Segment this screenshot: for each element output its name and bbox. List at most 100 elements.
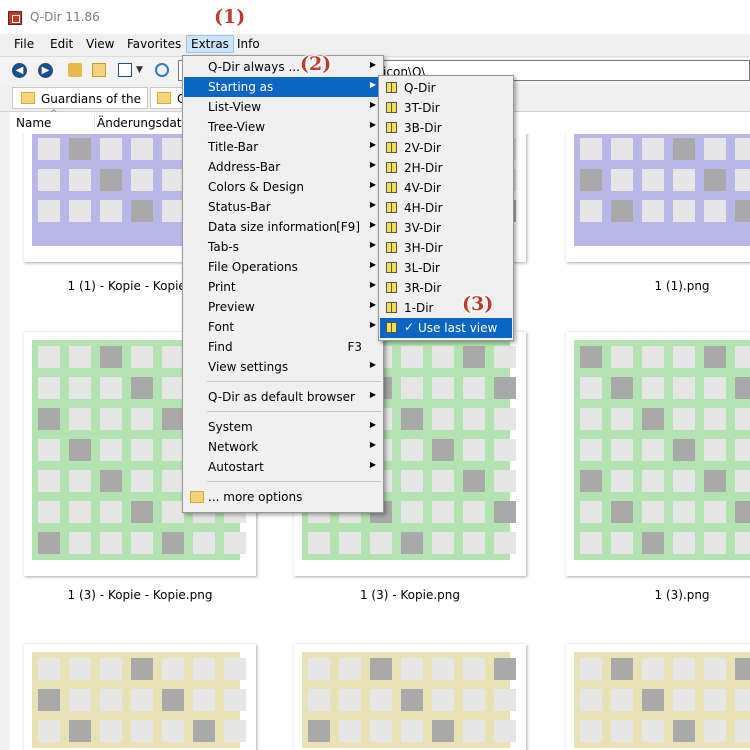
grid-cell: [131, 501, 153, 523]
thumbnail-card[interactable]: [294, 644, 526, 750]
grid-cell: [339, 532, 361, 554]
grid-cell: [432, 720, 454, 742]
extras-item-7[interactable]: Status-Bar ▶: [184, 197, 382, 217]
extras-item-10[interactable]: File Operations ▶: [184, 257, 382, 277]
menu-info[interactable]: Info: [237, 37, 260, 51]
extras-item-6[interactable]: Colors & Design ▶: [184, 177, 382, 197]
view-mode-icon[interactable]: [118, 63, 132, 77]
menu-view[interactable]: View: [86, 37, 114, 51]
thumbnail-image: [32, 652, 246, 748]
thumbnail-card[interactable]: [566, 644, 750, 750]
menu-item-label: Data size information: [208, 220, 337, 234]
grid-cell: [642, 532, 664, 554]
submenu-arrow-icon: ▶: [369, 180, 376, 189]
grid-cell: [704, 689, 726, 711]
starting-as-item-0[interactable]: Q-Dir: [380, 78, 512, 98]
refresh-icon[interactable]: [155, 63, 169, 77]
submenu-arrow-icon: ▶: [369, 100, 376, 109]
grid-cell: [69, 689, 91, 711]
grid-cell: [224, 689, 246, 711]
extras-item-19[interactable]: System ▶: [184, 417, 382, 437]
grid-cell: [673, 138, 695, 160]
extras-item-23[interactable]: ... more options: [184, 487, 382, 507]
menu-edit[interactable]: Edit: [50, 37, 73, 51]
grid-cell: [463, 532, 485, 554]
checkmark-icon: ✓: [404, 320, 415, 334]
chevron-down-icon[interactable]: ▼: [136, 63, 150, 77]
extras-item-11[interactable]: Print ▶: [184, 277, 382, 297]
extras-item-12[interactable]: Preview ▶: [184, 297, 382, 317]
thumbnail-card[interactable]: [566, 134, 750, 262]
grid-cell: [463, 470, 485, 492]
extras-item-2[interactable]: List-View ▶: [184, 97, 382, 117]
grid-cell: [735, 532, 750, 554]
layout-icon: [386, 222, 397, 233]
starting-as-item-7[interactable]: 3V-Dir: [380, 218, 512, 238]
starting-as-item-9[interactable]: 3L-Dir: [380, 258, 512, 278]
extras-item-20[interactable]: Network ▶: [184, 437, 382, 457]
menu-item-shortcut: F3: [347, 340, 362, 354]
starting-as-item-1[interactable]: 3T-Dir: [380, 98, 512, 118]
submenu-arrow-icon: ▶: [369, 220, 376, 229]
menu-extras[interactable]: Extras: [186, 35, 234, 53]
extras-item-0[interactable]: Q-Dir always ... ▶: [184, 57, 382, 77]
extras-item-21[interactable]: Autostart ▶: [184, 457, 382, 477]
menu-item-label: Network: [208, 440, 259, 454]
grid-cell: [69, 408, 91, 430]
starting-as-item-6[interactable]: 4H-Dir: [380, 198, 512, 218]
layout-icon: [386, 142, 397, 153]
column-name[interactable]: Name: [16, 116, 51, 130]
extras-item-1[interactable]: Starting as ▶: [184, 77, 382, 97]
grid-cell: [580, 138, 602, 160]
forward-icon[interactable]: ▶: [38, 63, 53, 78]
extras-item-5[interactable]: Address-Bar ▶: [184, 157, 382, 177]
menu-file[interactable]: File: [14, 37, 34, 51]
thumbnail-image: [574, 340, 750, 560]
starting-as-item-5[interactable]: 4V-Dir: [380, 178, 512, 198]
grid-cell: [131, 439, 153, 461]
starting-as-item-4[interactable]: 2H-Dir: [380, 158, 512, 178]
thumbnail-card[interactable]: [566, 332, 750, 576]
back-icon[interactable]: ◀: [12, 63, 27, 78]
grid-cell: [735, 346, 750, 368]
grid-cell: [401, 346, 423, 368]
grid-cell: [432, 658, 454, 680]
starting-as-item-12[interactable]: ✓ Use last view: [380, 318, 512, 338]
grid-cell: [432, 439, 454, 461]
grid-cell: [69, 346, 91, 368]
extras-item-3[interactable]: Tree-View ▶: [184, 117, 382, 137]
thumbnail-card[interactable]: [24, 644, 256, 750]
extras-item-4[interactable]: Title-Bar ▶: [184, 137, 382, 157]
extras-item-9[interactable]: Tab-s ▶: [184, 237, 382, 257]
up-folder-icon[interactable]: [68, 63, 82, 77]
grid-cell: [38, 408, 60, 430]
submenu-arrow-icon: ▶: [369, 140, 376, 149]
grid-cell: [69, 532, 91, 554]
grid-cell: [673, 689, 695, 711]
extras-item-13[interactable]: Font ▶: [184, 317, 382, 337]
tab-guardians[interactable]: Guardians of the ...: [12, 87, 148, 120]
extras-item-15[interactable]: View settings ▶: [184, 357, 382, 377]
grid-cell: [308, 720, 330, 742]
menu-item-label: Colors & Design: [208, 180, 304, 194]
grid-cell: [100, 377, 122, 399]
grid-cell: [38, 720, 60, 742]
grid-cell: [38, 200, 60, 222]
grid-cell: [100, 169, 122, 191]
grid-cell: [100, 439, 122, 461]
menu-item-label: Tab-s: [208, 240, 239, 254]
menu-favorites[interactable]: Favorites: [127, 37, 181, 51]
grid-cell: [494, 532, 516, 554]
layout-icon: [386, 162, 397, 173]
starting-as-item-8[interactable]: 3H-Dir: [380, 238, 512, 258]
grid-cell: [735, 200, 750, 222]
grid-cell: [704, 408, 726, 430]
callout-1: (1): [214, 6, 246, 28]
grid-cell: [704, 720, 726, 742]
extras-item-17[interactable]: Q-Dir as default browser ▶: [184, 387, 382, 407]
extras-item-14[interactable]: Find F3: [184, 337, 382, 357]
starting-as-item-3[interactable]: 2V-Dir: [380, 138, 512, 158]
extras-item-8[interactable]: Data size information [F9] ▶: [184, 217, 382, 237]
starting-as-item-2[interactable]: 3B-Dir: [380, 118, 512, 138]
new-folder-icon[interactable]: [92, 63, 106, 77]
